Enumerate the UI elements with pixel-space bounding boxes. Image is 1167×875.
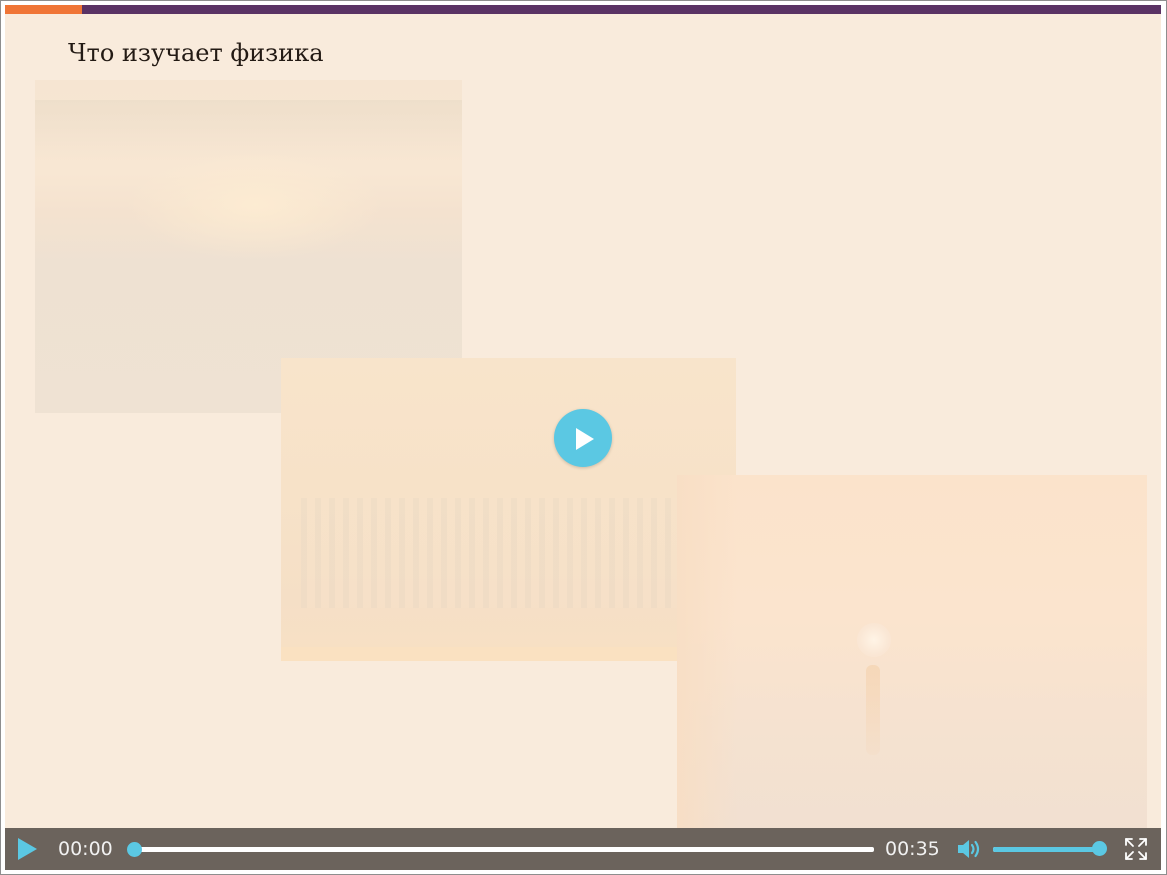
- player-frame: Что изучает физика 00:00 00:35: [0, 0, 1167, 875]
- top-bar-accent: [5, 5, 82, 14]
- play-button[interactable]: [15, 837, 39, 861]
- faded-photo-sunset: [677, 475, 1147, 828]
- seek-handle[interactable]: [126, 842, 142, 857]
- video-slide[interactable]: Что изучает физика: [5, 5, 1161, 828]
- volume-handle[interactable]: [1091, 841, 1107, 856]
- faded-photo-crowd: [281, 358, 736, 661]
- seek-bar[interactable]: [133, 847, 874, 852]
- slide-title: Что изучает физика: [68, 39, 324, 67]
- current-time: 00:00: [58, 838, 113, 860]
- player-controls: 00:00 00:35: [5, 828, 1161, 870]
- total-time: 00:35: [885, 838, 940, 860]
- volume-slider[interactable]: [993, 847, 1099, 852]
- top-bar: [5, 5, 1161, 14]
- volume-button[interactable]: [957, 838, 985, 860]
- fullscreen-button[interactable]: [1124, 837, 1148, 861]
- play-icon: [18, 838, 37, 860]
- play-icon: [576, 428, 594, 450]
- volume-level: [993, 847, 1099, 852]
- volume-icon: [958, 840, 980, 858]
- big-play-button[interactable]: [554, 409, 612, 467]
- fullscreen-icon: [1125, 838, 1147, 860]
